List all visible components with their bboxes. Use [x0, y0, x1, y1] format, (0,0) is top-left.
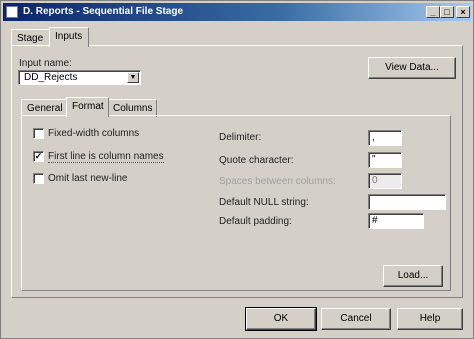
default-padding-field[interactable]: #	[368, 213, 424, 229]
input-name-value: DD_Rejects	[24, 72, 78, 83]
delimiter-label: Delimiter:	[219, 132, 262, 143]
dialog-window: D. Reports - Sequential File Stage _ □ ×…	[0, 0, 474, 339]
cancel-button[interactable]: Cancel	[321, 308, 391, 330]
tab-inputs[interactable]: Inputs	[49, 27, 89, 47]
ok-button[interactable]: OK	[245, 307, 317, 331]
quote-character-label: Quote character:	[219, 155, 294, 166]
minimize-icon[interactable]: _	[426, 6, 440, 18]
input-name-select[interactable]: DD_Rejects ▼	[18, 70, 141, 85]
quote-character-field[interactable]: "	[368, 152, 402, 168]
default-null-string-field[interactable]	[368, 194, 446, 210]
view-data-button[interactable]: View Data...	[368, 57, 456, 79]
input-name-label: Input name:	[19, 58, 72, 69]
default-padding-label: Default padding:	[219, 216, 292, 227]
spaces-between-columns-field: 0	[368, 173, 402, 189]
title-bar[interactable]: D. Reports - Sequential File Stage _ □ ×	[3, 3, 471, 21]
spaces-between-columns-label: Spaces between columns:	[219, 176, 336, 187]
help-button[interactable]: Help	[397, 308, 463, 330]
fixed-width-checkbox[interactable]	[33, 128, 44, 139]
omit-last-newline-checkbox[interactable]	[33, 173, 44, 184]
tab-format[interactable]: Format	[66, 97, 109, 117]
omit-last-newline-label: Omit last new-line	[48, 173, 128, 184]
first-line-column-names-checkbox[interactable]: ✓	[33, 151, 44, 162]
maximize-icon[interactable]: □	[440, 6, 454, 18]
first-line-column-names-label: First line is column names	[48, 151, 164, 163]
close-icon[interactable]: ×	[456, 6, 470, 18]
fixed-width-label: Fixed-width columns	[48, 128, 140, 139]
window-title: D. Reports - Sequential File Stage	[23, 6, 184, 17]
app-icon	[6, 6, 18, 18]
default-null-string-label: Default NULL string:	[219, 197, 309, 208]
delimiter-field[interactable]: ,	[368, 130, 402, 146]
chevron-down-icon[interactable]: ▼	[127, 72, 139, 83]
load-button[interactable]: Load...	[383, 265, 443, 287]
